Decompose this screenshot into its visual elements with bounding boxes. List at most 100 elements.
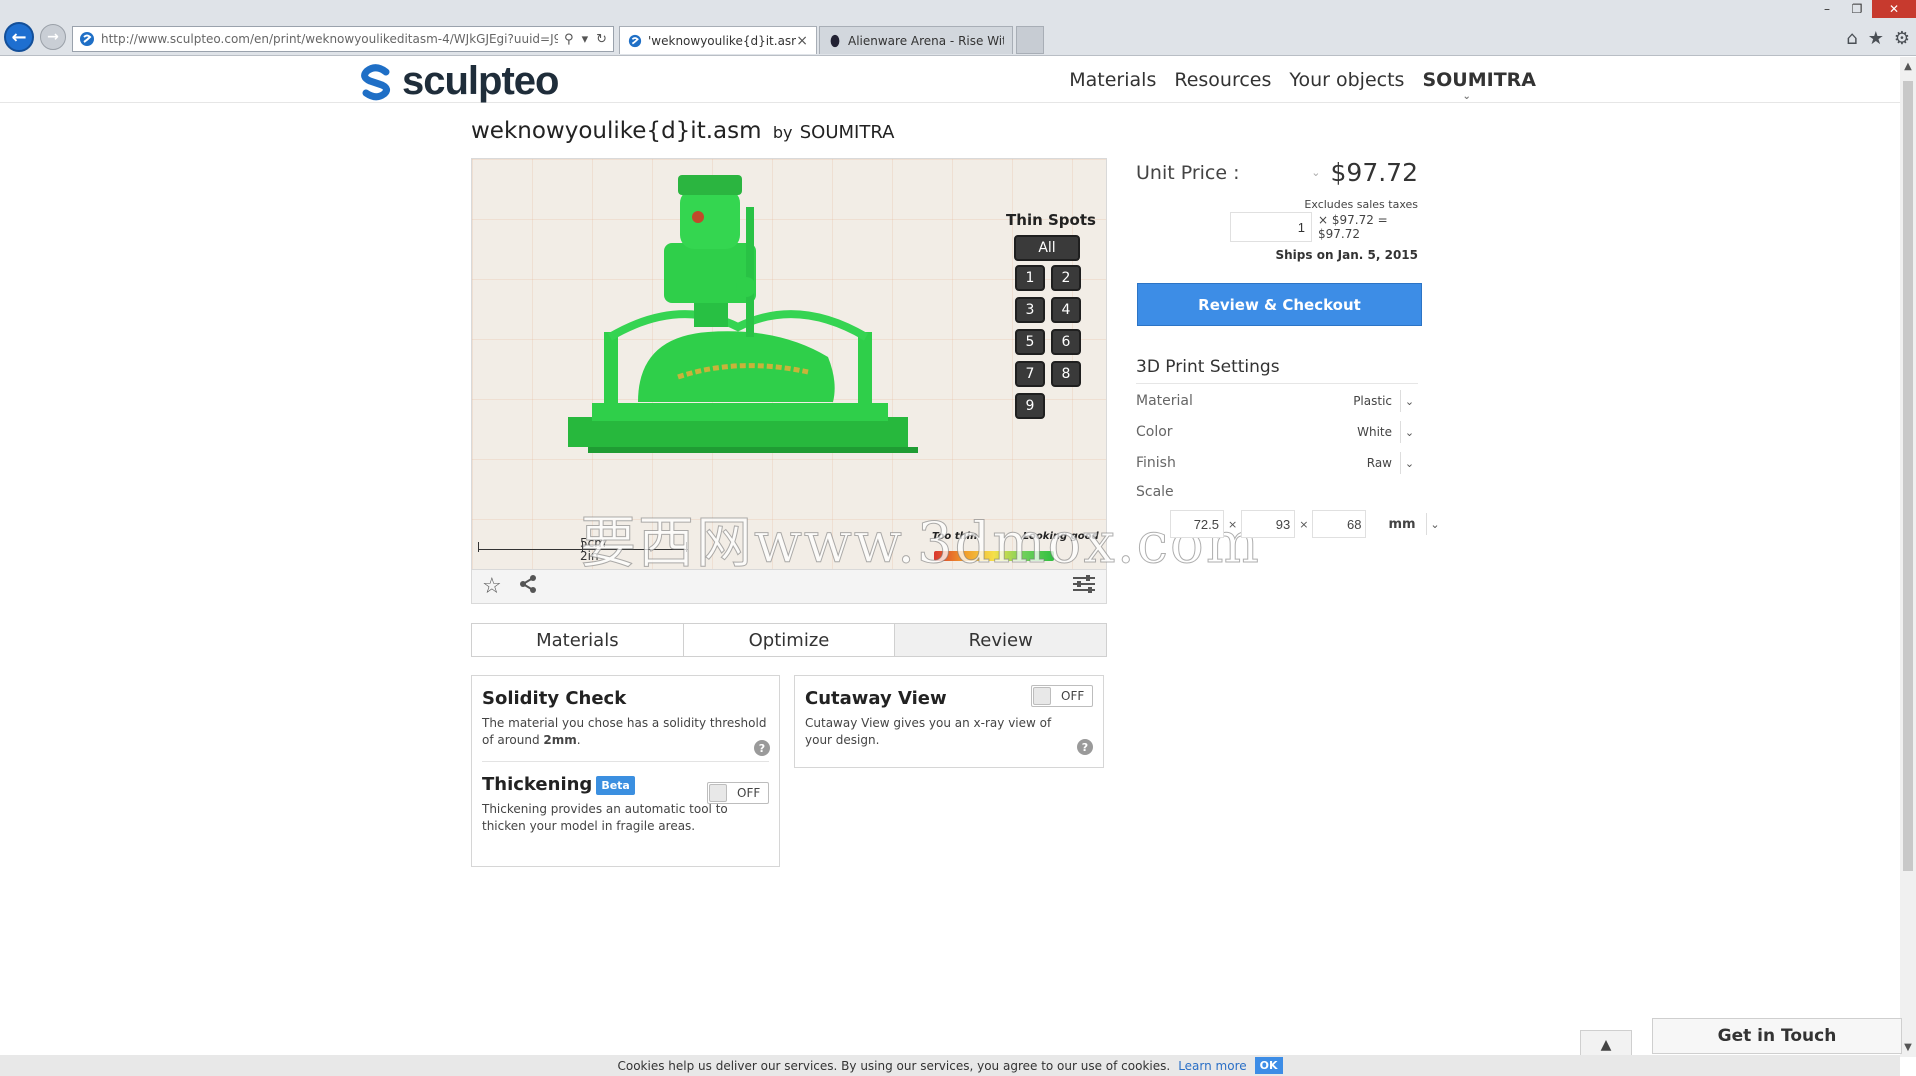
minimize-icon[interactable]: – (1812, 0, 1842, 18)
finish-value[interactable]: Raw (1367, 456, 1392, 470)
address-bar[interactable]: http://www.sculpteo.com/en/print/weknowy… (72, 26, 614, 52)
tab-materials[interactable]: Materials (472, 624, 684, 656)
material-setting[interactable]: Material Plastic ⌄ (1136, 390, 1418, 412)
by-label: by (772, 123, 793, 142)
dim-x-input[interactable] (1170, 510, 1224, 538)
cutaway-toggle[interactable]: OFF (1031, 685, 1093, 707)
back-arrow-icon[interactable]: ← (4, 22, 34, 52)
workflow-tabs: Materials Optimize Review (471, 623, 1107, 657)
thin-spot-button[interactable]: 1 (1015, 265, 1045, 291)
nav-materials[interactable]: Materials (1069, 69, 1156, 91)
close-window-icon[interactable]: ✕ (1872, 0, 1916, 18)
color-value[interactable]: White (1357, 425, 1392, 439)
toggle-knob (709, 784, 727, 802)
cookie-bar: Cookies help us deliver our services. By… (0, 1055, 1900, 1076)
new-tab-button[interactable] (1016, 26, 1044, 54)
chevron-up-icon: ▲ (1600, 1037, 1612, 1053)
thin-spot-button[interactable]: 6 (1051, 329, 1081, 355)
scale-imperial: 2in (580, 549, 599, 563)
share-icon[interactable] (518, 574, 538, 600)
star-icon[interactable]: ☆ (482, 574, 502, 599)
favorites-star-icon[interactable]: ★ (1868, 28, 1884, 49)
review-checkout-button[interactable]: Review & Checkout (1137, 283, 1422, 326)
unit-price-label: Unit Price : (1136, 161, 1240, 184)
print-settings-title: 3D Print Settings (1136, 357, 1418, 384)
close-icon[interactable]: × (796, 33, 808, 49)
model-viewer[interactable]: Thin Spots All 1 2 3 4 5 6 7 8 9 5cm 2in… (471, 158, 1107, 570)
thin-spot-button[interactable]: 4 (1051, 297, 1081, 323)
refresh-icon[interactable]: ↻ (596, 32, 607, 47)
dim-y-input[interactable] (1241, 510, 1296, 538)
unit-price: $97.72 (1330, 158, 1418, 187)
tax-note: Excludes sales taxes (1304, 198, 1418, 211)
cookie-ok-button[interactable]: OK (1254, 1057, 1283, 1074)
gear-icon[interactable]: ⚙ (1894, 28, 1910, 49)
tab-optimize[interactable]: Optimize (683, 624, 896, 656)
logo-text: sculpteo (402, 59, 559, 103)
forward-arrow-icon[interactable]: → (40, 24, 66, 50)
thickening-text: Thickening provides an automatic tool to… (482, 802, 728, 833)
sculpteo-logo[interactable]: sculpteo (358, 59, 559, 104)
top-nav: Materials Resources Your objects SOUMITR… (1069, 69, 1536, 102)
unit-price-row: Unit Price : ⌄ $97.72 (1136, 158, 1418, 187)
get-in-touch-button[interactable]: Get in Touch (1652, 1018, 1902, 1054)
thin-spots-panel: Thin Spots All 1 2 3 4 5 6 7 8 9 (1006, 211, 1096, 421)
legend-too-thin: Too thin (932, 531, 978, 542)
sculpteo-logo-icon (361, 63, 391, 100)
tab-alienware[interactable]: Alienware Arena - Rise With Us (819, 26, 1013, 54)
author-name[interactable]: SOUMITRA (800, 122, 895, 143)
chevron-down-icon: ⌄ (1462, 91, 1471, 102)
unit-value[interactable]: mm (1388, 517, 1415, 532)
scroll-down-icon[interactable]: ▼ (1900, 1042, 1916, 1053)
nav-resources[interactable]: Resources (1174, 69, 1271, 91)
3d-model-render[interactable] (568, 167, 988, 507)
quantity-input[interactable] (1230, 212, 1312, 242)
thickening-toggle[interactable]: OFF (707, 782, 769, 804)
thin-spot-button[interactable]: 2 (1051, 265, 1081, 291)
sliders-icon[interactable] (1072, 574, 1096, 600)
viewer-toolbar: ☆ (471, 570, 1107, 604)
site-header: sculpteo Materials Resources Your object… (0, 57, 1900, 103)
scale-labels: 5cm 2in (580, 537, 606, 563)
chevron-down-icon[interactable]: ⌄ (1425, 513, 1444, 535)
legend-looking-good: Looking good (1022, 531, 1099, 542)
thin-spot-button[interactable]: 9 (1015, 393, 1045, 419)
home-icon[interactable]: ⌂ (1846, 28, 1857, 49)
scroll-up-icon[interactable]: ▲ (1900, 61, 1916, 72)
user-menu[interactable]: SOUMITRA ⌄ (1422, 69, 1536, 102)
learn-more-link[interactable]: Learn more (1178, 1059, 1246, 1073)
url-text[interactable]: http://www.sculpteo.com/en/print/weknowy… (101, 32, 558, 46)
price-total: × $97.72 = $97.72 (1318, 213, 1388, 241)
scroll-thumb[interactable] (1903, 81, 1913, 871)
chevron-down-icon[interactable]: ⌄ (1400, 390, 1418, 412)
tab-review[interactable]: Review (895, 624, 1107, 656)
restore-icon[interactable]: ❐ (1842, 0, 1872, 18)
thin-spot-button[interactable]: 7 (1015, 361, 1045, 387)
cookie-text: Cookies help us deliver our services. By… (617, 1058, 1171, 1073)
cutaway-card: Cutaway View Cutaway View gives you an x… (794, 675, 1104, 768)
help-icon[interactable]: ? (754, 740, 770, 756)
search-icon[interactable]: ⚲ (564, 32, 574, 47)
thin-spot-button[interactable]: 3 (1015, 297, 1045, 323)
help-icon[interactable]: ? (1077, 739, 1093, 755)
material-value[interactable]: Plastic (1353, 394, 1392, 408)
tab-sculpteo[interactable]: 'weknowyoulike{d}it.asm' | ... × (619, 26, 817, 54)
times-icon: × (1228, 517, 1238, 531)
finish-setting[interactable]: Finish Raw ⌄ (1136, 452, 1418, 474)
dropdown-icon[interactable]: ▾ (582, 32, 589, 47)
chevron-down-icon[interactable]: ⌄ (1400, 452, 1418, 474)
thin-spot-button[interactable]: 5 (1015, 329, 1045, 355)
chevron-down-icon[interactable]: ⌄ (1311, 166, 1320, 179)
chevron-down-icon[interactable]: ⌄ (1400, 421, 1418, 443)
dim-z-input[interactable] (1312, 510, 1367, 538)
nav-your-objects[interactable]: Your objects (1289, 69, 1404, 91)
thickness-legend: Too thin Looking good (932, 531, 1099, 542)
thin-spot-button[interactable]: 8 (1051, 361, 1081, 387)
thin-spot-all-button[interactable]: All (1014, 235, 1080, 261)
thickness-gradient-bar (934, 551, 1054, 561)
scale-label: Scale (1136, 484, 1174, 500)
color-label: Color (1136, 424, 1173, 440)
color-setting[interactable]: Color White ⌄ (1136, 421, 1418, 443)
page-scrollbar[interactable]: ▲ ▼ (1900, 57, 1916, 1057)
solidity-title: Solidity Check (482, 688, 627, 709)
